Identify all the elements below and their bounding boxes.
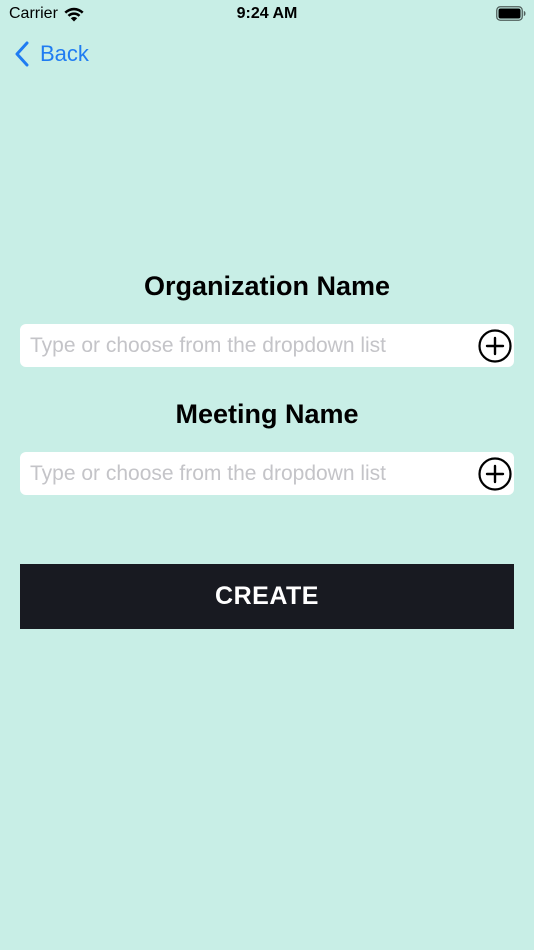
back-button[interactable]: Back [14, 38, 89, 70]
organization-name-label: Organization Name [143, 271, 391, 301]
status-bar: Carrier 9:24 AM [0, 0, 534, 28]
create-button[interactable]: CREATE [20, 564, 514, 629]
meeting-name-label: Meeting Name [175, 399, 359, 429]
plus-circle-icon[interactable] [478, 329, 512, 363]
plus-circle-icon[interactable] [478, 457, 512, 491]
meeting-name-input[interactable] [20, 452, 460, 495]
back-label: Back [40, 41, 89, 66]
chevron-left-icon [15, 41, 29, 67]
organization-name-field [20, 324, 514, 367]
organization-name-input[interactable] [20, 324, 460, 367]
battery-icon [496, 6, 526, 21]
meeting-name-field [20, 452, 514, 495]
status-time: 9:24 AM [236, 5, 298, 22]
